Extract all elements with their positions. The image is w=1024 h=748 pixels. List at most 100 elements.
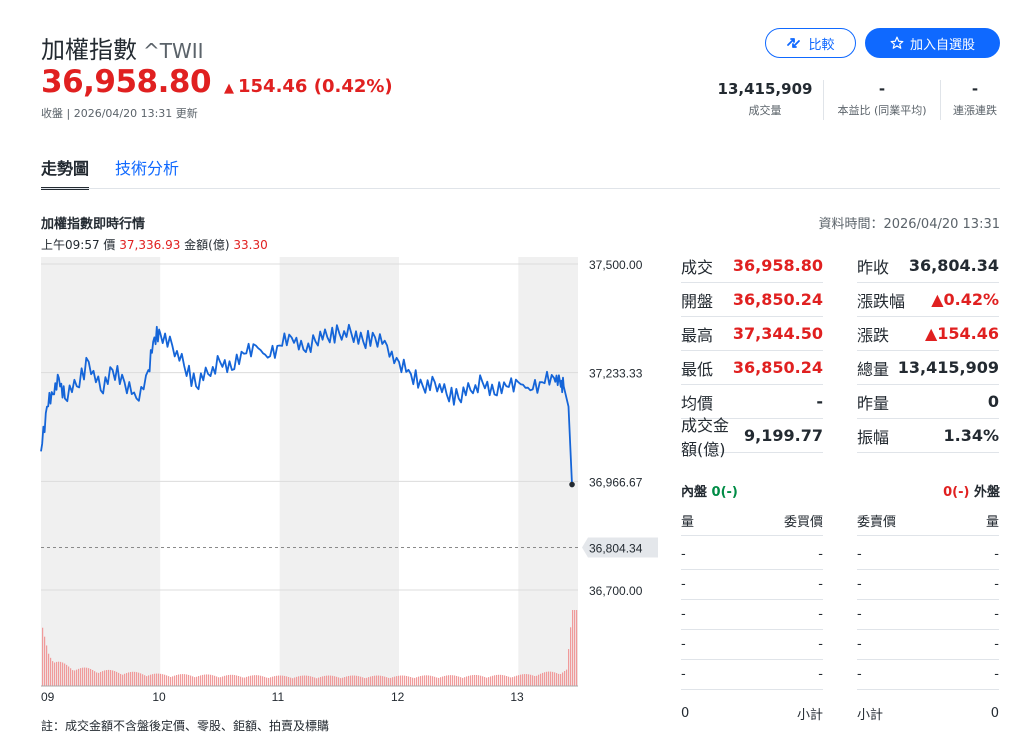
volume-bar (236, 675, 238, 686)
volume-bar (62, 662, 64, 686)
volume-bar (420, 676, 422, 686)
quote-label: 成交 (681, 257, 714, 277)
volume-bar (80, 668, 82, 686)
volume-bar (338, 677, 340, 686)
section-title: 加權指數即時行情 (41, 217, 146, 232)
volume-bar (122, 674, 124, 686)
volume-bar (186, 674, 188, 686)
bid-volume: - (681, 637, 686, 652)
volume-bar (262, 676, 264, 686)
quote-row: 昨收 36,804.34 (857, 249, 999, 283)
volume-bar (462, 677, 464, 686)
volume-bar (252, 675, 254, 686)
stat-pe: - 本益比 (同業平均) (828, 80, 936, 118)
volume-bar (96, 672, 98, 686)
star-icon (890, 36, 904, 49)
compare-button[interactable]: 比較 (765, 28, 856, 58)
orderbook-header-sell: 委賣價 量 (857, 506, 999, 536)
quote-label: 最高 (681, 325, 714, 345)
volume-bar (380, 675, 382, 686)
volume-bar (424, 675, 426, 686)
header-bid-price: 委買價 (783, 515, 823, 530)
volume-bar (494, 675, 496, 686)
volume-bar (142, 674, 144, 686)
volume-bar (478, 675, 480, 686)
hour-band (518, 257, 578, 686)
volume-bar (324, 675, 326, 686)
volume-bar (50, 657, 52, 686)
add-watchlist-label: 加入自選股 (909, 37, 975, 53)
volume-bar (574, 610, 576, 686)
volume-bar (406, 675, 408, 686)
volume-bar (228, 674, 230, 686)
stat-streak-label: 連漲連跌 (953, 104, 997, 117)
orderbook-row: -- (857, 630, 999, 660)
volume-bar (308, 675, 310, 686)
quote-row: 振幅 1.34% (857, 419, 999, 453)
volume-bar (346, 676, 348, 686)
volume-bar (258, 675, 260, 686)
volume-bar (72, 670, 74, 686)
volume-bar (238, 676, 240, 686)
quote-value: 36,958.80 (732, 256, 823, 275)
volume-bar (374, 675, 376, 686)
volume-bar (204, 674, 206, 686)
volume-bar (454, 675, 456, 686)
volume-bar (482, 676, 484, 686)
volume-bar (566, 669, 568, 686)
volume-bar (194, 677, 196, 686)
volume-bar (438, 677, 440, 686)
tab-chart[interactable]: 走勢圖 (41, 155, 90, 190)
volume-bar (196, 676, 198, 686)
quote-row: 漲跌 ▲154.46 (857, 317, 999, 351)
add-watchlist-button[interactable]: 加入自選股 (865, 28, 1000, 58)
volume-bar (178, 674, 180, 686)
volume-bar (358, 676, 360, 686)
volume-bar (412, 677, 414, 686)
quote-row: 昨量 0 (857, 385, 999, 419)
volume-bar (512, 677, 514, 686)
volume-bar (246, 676, 248, 686)
volume-bar (190, 675, 192, 686)
volume-bar (392, 677, 394, 686)
quote-row: 最低 36,850.24 (681, 351, 823, 385)
bid-volume: - (681, 667, 686, 682)
quote-value: 9,199.77 (744, 426, 823, 445)
volume-bar (112, 670, 114, 686)
volume-bar (230, 674, 232, 686)
quote-row: 最高 37,344.50 (681, 317, 823, 351)
volume-bar (448, 675, 450, 686)
volume-bar (132, 671, 134, 686)
volume-bar (466, 676, 468, 686)
volume-bar (224, 675, 226, 686)
volume-bar (356, 675, 358, 686)
volume-bar (128, 672, 130, 686)
y-tick-label: 36,700.00 (589, 584, 643, 598)
volume-bar (108, 669, 110, 686)
volume-bar (266, 677, 268, 686)
volume-bar (570, 627, 572, 686)
volume-bar (294, 677, 296, 686)
volume-bar (208, 674, 210, 686)
volume-bar (376, 675, 378, 686)
x-tick-label: 13 (510, 690, 524, 704)
header-volume: 量 (985, 515, 999, 530)
quote-value: 36,850.24 (732, 290, 823, 309)
volume-bar (474, 674, 476, 686)
y-tick-label: 36,966.67 (589, 475, 643, 489)
volume-bar (198, 676, 200, 686)
volume-bar (486, 677, 488, 686)
volume-bar (538, 674, 540, 686)
volume-bar (244, 677, 246, 686)
tab-bar: 走勢圖 技術分析 (41, 155, 179, 190)
volume-bar (434, 676, 436, 686)
volume-bar (172, 676, 174, 686)
index-symbol: ^TWII (143, 39, 204, 63)
volume-bar (54, 662, 56, 686)
orderbook-row: -- (681, 600, 823, 630)
intraday-chart[interactable]: 37,500.00 37,233.33 36,966.67 36,700.00 36,8… (0, 250, 670, 710)
buy-subtotal-label: 小計 (796, 707, 823, 723)
tab-technical[interactable]: 技術分析 (115, 155, 179, 190)
volume-bar (378, 675, 380, 686)
volume-bar (430, 675, 432, 686)
